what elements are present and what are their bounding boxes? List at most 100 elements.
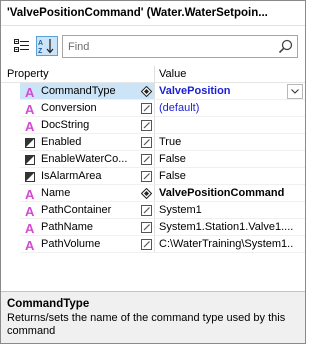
alphabetical-view-button[interactable]: A Z	[36, 36, 58, 56]
svg-text:Z: Z	[38, 48, 43, 54]
edit-box-icon	[139, 203, 153, 218]
svg-text:A: A	[25, 188, 35, 200]
property-row[interactable]: A DocString	[1, 117, 305, 134]
column-divider	[154, 100, 155, 117]
property-grid: A CommandType ValvePosition A Conversion (def…	[1, 83, 305, 291]
property-value[interactable]: False	[159, 168, 293, 185]
text-a-icon: A	[22, 117, 38, 134]
property-name[interactable]: PathName	[41, 219, 137, 236]
value-column-header[interactable]: Value	[159, 66, 186, 83]
property-row[interactable]: IsAlarmArea False	[1, 168, 305, 185]
property-row[interactable]: A CommandType ValvePosition	[1, 83, 305, 100]
property-name[interactable]: Enabled	[41, 134, 137, 151]
property-name[interactable]: Conversion	[41, 100, 137, 117]
property-value[interactable]: System1.Station1.Valve1....	[159, 219, 293, 236]
row-gutter	[1, 117, 20, 134]
search-input[interactable]	[68, 38, 268, 55]
boolean-icon	[22, 168, 38, 185]
property-name[interactable]: Name	[41, 185, 137, 202]
property-row[interactable]: A PathContainer System1	[1, 202, 305, 219]
column-divider	[154, 202, 155, 219]
row-gutter	[1, 151, 20, 168]
svg-text:A: A	[25, 205, 35, 217]
column-divider	[154, 117, 155, 134]
alphabetical-sort-icon: A Z	[38, 39, 54, 54]
property-value[interactable]: True	[159, 134, 293, 151]
property-row[interactable]: A PathName System1.Station1.Valve1....	[1, 219, 305, 236]
column-divider	[154, 151, 155, 168]
row-gutter	[1, 100, 20, 117]
column-divider	[154, 219, 155, 236]
boolean-icon	[22, 134, 38, 151]
diamond-icon	[139, 84, 153, 99]
edit-box-icon	[139, 118, 153, 133]
property-row[interactable]: Enabled True	[1, 134, 305, 151]
boolean-icon	[22, 151, 38, 168]
edit-box-icon	[139, 169, 153, 184]
property-name[interactable]: PathVolume	[41, 236, 137, 253]
search-box[interactable]	[62, 35, 298, 58]
categorized-icon	[14, 39, 29, 52]
property-row[interactable]: A PathVolume C:\WaterTraining\System1...	[1, 236, 305, 253]
edit-box-icon	[139, 220, 153, 235]
row-gutter	[1, 168, 20, 185]
value-dropdown-button[interactable]	[287, 84, 303, 99]
row-gutter	[1, 134, 20, 151]
toolbar: A Z	[1, 27, 305, 65]
row-gutter	[1, 202, 20, 219]
row-divider	[20, 252, 305, 253]
property-name[interactable]: EnableWaterCo...	[41, 151, 137, 168]
property-name[interactable]: DocString	[41, 117, 137, 134]
property-value[interactable]: ValvePosition	[159, 83, 293, 100]
row-gutter	[1, 236, 20, 253]
property-column-header[interactable]: Property	[7, 66, 49, 83]
description-text: Returns/sets the name of the command typ…	[7, 312, 286, 337]
property-value[interactable]: False	[159, 151, 293, 168]
text-a-icon: A	[22, 83, 38, 100]
window-title: 'ValvePositionCommand' (Water.WaterSetpo…	[1, 1, 305, 26]
text-a-icon: A	[22, 219, 38, 236]
text-a-icon: A	[22, 202, 38, 219]
property-value[interactable]: ValvePositionCommand	[159, 185, 293, 202]
text-a-icon: A	[22, 236, 38, 253]
svg-text:A: A	[25, 120, 35, 132]
row-gutter	[1, 219, 20, 236]
column-divider	[154, 134, 155, 151]
column-divider	[154, 168, 155, 185]
property-value[interactable]	[159, 117, 293, 134]
edit-box-icon	[139, 237, 153, 252]
property-value[interactable]: C:\WaterTraining\System1...	[159, 236, 293, 253]
search-icon[interactable]	[278, 39, 293, 54]
property-name[interactable]: CommandType	[41, 83, 137, 100]
column-divider	[154, 83, 155, 100]
categorized-view-button[interactable]	[11, 36, 33, 56]
svg-text:A: A	[25, 239, 35, 251]
property-name[interactable]: IsAlarmArea	[41, 168, 137, 185]
description-panel: CommandType Returns/sets the name of the…	[1, 291, 305, 343]
property-row[interactable]: EnableWaterCo... False	[1, 151, 305, 168]
svg-text:A: A	[38, 40, 43, 47]
column-divider[interactable]	[154, 66, 155, 83]
property-row[interactable]: A Conversion (default)	[1, 100, 305, 117]
edit-box-icon	[139, 101, 153, 116]
edit-box-icon	[139, 135, 153, 150]
property-value[interactable]: System1	[159, 202, 293, 219]
text-a-icon: A	[22, 185, 38, 202]
property-value[interactable]: (default)	[159, 100, 293, 117]
column-divider	[154, 185, 155, 202]
property-row[interactable]: A Name ValvePositionCommand	[1, 185, 305, 202]
property-name[interactable]: PathContainer	[41, 202, 137, 219]
grid-header: Property Value	[1, 66, 305, 83]
chevron-down-icon	[291, 89, 299, 94]
row-gutter	[1, 83, 20, 100]
edit-box-icon	[139, 152, 153, 167]
column-divider	[154, 236, 155, 253]
diamond-icon	[139, 186, 153, 201]
svg-text:A: A	[25, 222, 35, 234]
svg-text:A: A	[25, 86, 35, 98]
svg-text:A: A	[25, 103, 35, 115]
description-title: CommandType	[7, 298, 90, 310]
properties-window: 'ValvePositionCommand' (Water.WaterSetpo…	[0, 0, 306, 344]
text-a-icon: A	[22, 100, 38, 117]
row-gutter	[1, 185, 20, 202]
